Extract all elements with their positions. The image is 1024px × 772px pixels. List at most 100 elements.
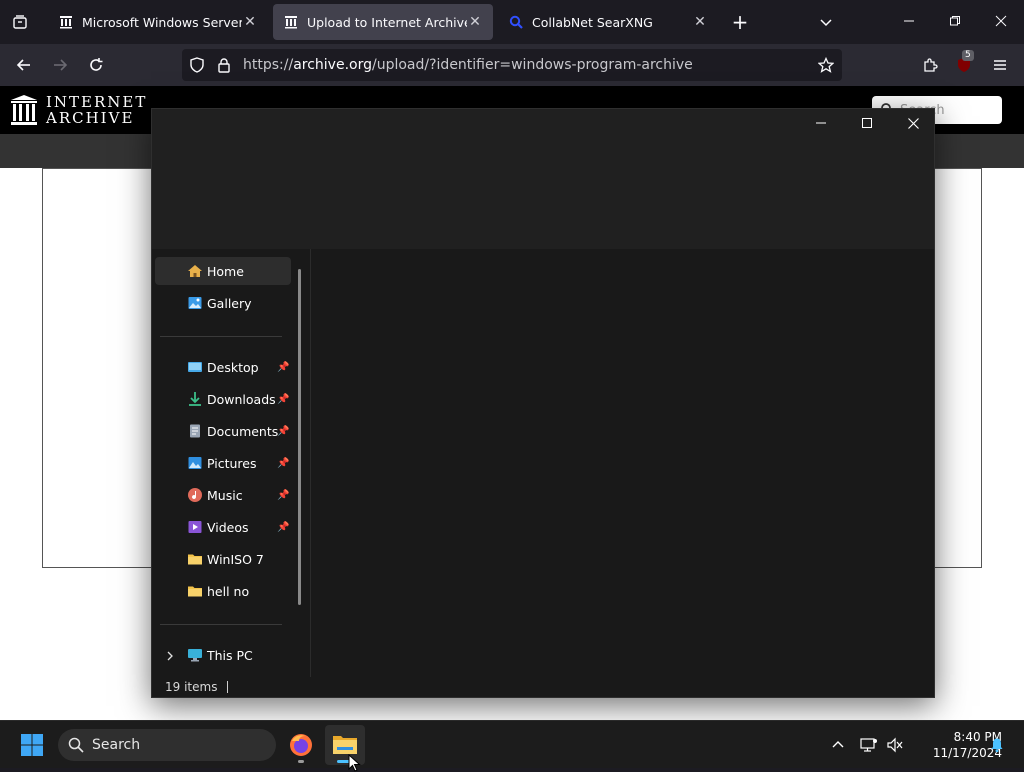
nav-label: Downloads [207, 391, 276, 407]
close-icon [907, 117, 919, 129]
pin-icon[interactable]: 📌 [277, 394, 289, 405]
nav-item-music[interactable]: Music 📌 [155, 481, 291, 509]
desktop-icon [186, 358, 204, 376]
show-hidden-icons-button[interactable] [828, 735, 848, 755]
nav-label: Gallery [207, 295, 252, 311]
tab-title: Upload to Internet Archive [307, 14, 467, 30]
volume-button[interactable] [884, 735, 906, 755]
hamburger-menu-icon [994, 60, 1006, 70]
restore-icon [950, 16, 960, 26]
explorer-minimize-button[interactable] [798, 109, 844, 137]
nav-item-documents[interactable]: Documents 📌 [155, 417, 291, 445]
documents-icon [186, 422, 204, 440]
pin-icon[interactable]: 📌 [277, 458, 289, 469]
archive-favicon-icon [283, 14, 299, 30]
tracking-protection-shield-icon[interactable] [189, 57, 205, 77]
tab-upload-internet-archive[interactable]: Upload to Internet Archive ✕ [273, 4, 493, 40]
bookmark-star-icon[interactable] [817, 56, 835, 77]
reload-button[interactable] [82, 51, 110, 79]
nav-item-pictures[interactable]: Pictures 📌 [155, 449, 291, 477]
item-count: 19 items [165, 680, 218, 694]
firefox-icon [290, 734, 312, 756]
nav-label: hell no [207, 583, 250, 599]
tab-close-icon[interactable]: ✕ [467, 14, 483, 30]
nav-item-desktop[interactable]: Desktop 📌 [155, 353, 291, 381]
restore-browser-button[interactable] [942, 8, 968, 34]
network-monitor-icon [860, 738, 877, 752]
nav-item-this-pc[interactable]: This PC [155, 641, 291, 669]
pin-icon[interactable]: 📌 [277, 490, 289, 501]
tab-windows-server[interactable]: Microsoft Windows Server 2012 ✕ [48, 4, 268, 40]
tab-overview-button[interactable] [8, 10, 32, 34]
tab-close-icon[interactable]: ✕ [692, 14, 708, 30]
tab-searxng[interactable]: CollabNet SearXNG ✕ [498, 4, 718, 40]
windows-taskbar: Search 8:40 PM 11/17/2024 [0, 720, 1024, 772]
forward-button[interactable] [46, 51, 74, 79]
internet-archive-logo[interactable]: INTERNET ARCHIVE [10, 94, 147, 126]
new-tab-button[interactable]: + [728, 10, 752, 34]
navigation-pane-scrollbar[interactable] [298, 269, 301, 605]
nav-label: Documents [207, 423, 279, 439]
extension-badge: 5 [962, 50, 974, 61]
lock-icon[interactable] [216, 57, 232, 77]
back-button[interactable] [10, 51, 38, 79]
minimize-browser-button[interactable] [896, 8, 922, 34]
explorer-content-area[interactable] [311, 249, 934, 677]
arrow-left-icon [16, 59, 30, 71]
archive-logo-line1: INTERNET [46, 93, 148, 111]
nav-item-home[interactable]: Home [155, 257, 291, 285]
nav-item-hell-no[interactable]: hell no [155, 577, 291, 605]
pin-icon[interactable]: 📌 [277, 426, 289, 437]
url-domain: archive.org [293, 57, 372, 73]
file-explorer-window: Home Gallery Desktop 📌 Downloads 📌 Docum… [151, 108, 935, 698]
explorer-navigation-pane: Home Gallery Desktop 📌 Downloads 📌 Docum… [152, 249, 310, 677]
archive-logo-line2: ARCHIVE [46, 109, 135, 127]
nav-item-winiso7[interactable]: WinISO 7 [155, 545, 291, 573]
bell-icon [991, 738, 1003, 753]
reload-icon [90, 58, 103, 71]
archive-favicon-icon [58, 14, 74, 30]
nav-label: Desktop [207, 359, 259, 375]
status-separator [227, 681, 229, 693]
extensions-button[interactable] [916, 51, 944, 79]
taskbar-search-label: Search [92, 737, 141, 753]
arrow-right-icon [54, 59, 68, 71]
tab-list-icon [13, 15, 27, 29]
searxng-favicon-icon [508, 14, 524, 30]
pictures-icon [186, 454, 204, 472]
minimize-icon [904, 20, 914, 22]
app-menu-button[interactable] [986, 51, 1014, 79]
close-browser-button[interactable] [988, 8, 1014, 34]
taskbar-search-box[interactable]: Search [58, 729, 276, 761]
nav-label: Music [207, 487, 243, 503]
nav-item-videos[interactable]: Videos 📌 [155, 513, 291, 541]
url-text[interactable]: https://archive.org/upload/?identifier=w… [243, 57, 693, 73]
start-button[interactable] [12, 725, 52, 765]
ublock-extension-button[interactable]: 5 [950, 50, 978, 79]
tab-title: Microsoft Windows Server 2012 [82, 14, 242, 30]
this-pc-icon [186, 646, 204, 664]
folder-icon [186, 582, 204, 600]
list-all-tabs-button[interactable] [814, 10, 838, 34]
maximize-icon [862, 118, 872, 128]
expand-chevron-icon[interactable] [165, 649, 175, 664]
nav-item-gallery[interactable]: Gallery [155, 289, 291, 317]
url-path: /upload/?identifier=windows-program-arch… [372, 57, 693, 73]
explorer-close-button[interactable] [890, 109, 936, 137]
taskbar-firefox[interactable] [281, 725, 321, 765]
windows-logo-icon [21, 734, 43, 756]
videos-icon [186, 518, 204, 536]
folder-icon [186, 550, 204, 568]
tab-close-icon[interactable]: ✕ [242, 14, 258, 30]
pin-icon[interactable]: 📌 [277, 362, 289, 373]
network-status-button[interactable] [858, 735, 880, 755]
explorer-title-bar[interactable] [152, 109, 934, 249]
gallery-icon [186, 294, 204, 312]
pin-icon[interactable]: 📌 [277, 522, 289, 533]
nav-separator [160, 336, 282, 337]
explorer-maximize-button[interactable] [844, 109, 890, 137]
url-bar[interactable]: https://archive.org/upload/?identifier=w… [182, 49, 842, 81]
browser-tab-bar: Microsoft Windows Server 2012 ✕ Upload t… [0, 0, 1024, 44]
notifications-button[interactable] [986, 735, 1008, 755]
nav-item-downloads[interactable]: Downloads 📌 [155, 385, 291, 413]
